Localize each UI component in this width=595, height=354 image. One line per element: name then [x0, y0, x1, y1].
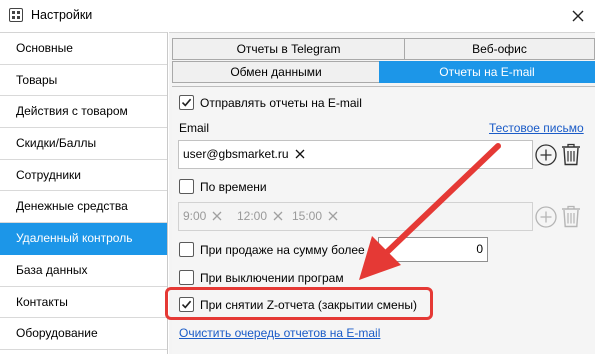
chip-remove-icon[interactable]: [295, 149, 305, 159]
email-reports-panel: Отправлять отчеты на E-mail Email Тестов…: [172, 86, 595, 354]
tab-data-exchange[interactable]: Обмен данными: [172, 61, 380, 83]
on-z-report-label: При снятии Z-отчета (закрытии смены): [200, 298, 417, 312]
on-sale-amount-checkbox[interactable]: [179, 242, 194, 257]
time-chip: 9:00: [183, 209, 222, 223]
sidebar-item-employees[interactable]: Сотрудники: [0, 160, 167, 192]
chip-remove-icon[interactable]: [212, 211, 222, 221]
delete-email-button[interactable]: [561, 143, 581, 169]
close-button[interactable]: [566, 4, 590, 28]
sidebar-item-equipment[interactable]: Оборудование: [0, 318, 167, 350]
sidebar-item-contacts[interactable]: Контакты: [0, 287, 167, 319]
test-email-link[interactable]: Тестовое письмо: [489, 121, 584, 135]
sidebar-item-money[interactable]: Денежные средства: [0, 191, 167, 224]
on-program-close-checkbox[interactable]: [179, 270, 194, 285]
plus-circle-icon: [535, 144, 557, 166]
tab-web-office[interactable]: Веб-офис: [404, 38, 595, 60]
time-chip-text: 9:00: [183, 209, 207, 223]
sidebar-item-goods-actions[interactable]: Действия с товаром: [0, 96, 167, 129]
sidebar-item-discounts[interactable]: Скидки/Баллы: [0, 128, 167, 160]
email-chip-text: user@gbsmarket.ru: [183, 147, 289, 161]
trash-icon: [562, 143, 580, 166]
time-schedule-field[interactable]: 9:00 12:00 15:00: [178, 202, 533, 231]
sale-amount-input[interactable]: 0: [378, 237, 488, 262]
time-chip-text: 12:00: [237, 209, 268, 223]
plus-circle-icon: [535, 206, 557, 228]
tab-telegram-reports[interactable]: Отчеты в Telegram: [172, 38, 405, 60]
app-icon: [9, 8, 23, 22]
window-title: Настройки: [31, 8, 93, 22]
chip-remove-icon[interactable]: [328, 211, 338, 221]
sidebar-item-basic[interactable]: Основные: [0, 33, 167, 65]
send-reports-label: Отправлять отчеты на E-mail: [200, 96, 362, 110]
close-icon: [572, 10, 584, 22]
email-recipients-field[interactable]: user@gbsmarket.ru: [178, 140, 533, 169]
by-time-checkbox[interactable]: [179, 179, 194, 194]
time-chip: 12:00: [237, 209, 283, 223]
email-chip: user@gbsmarket.ru: [183, 147, 305, 161]
tab-email-reports[interactable]: Отчеты на E-mail: [379, 61, 595, 83]
sidebar-item-goods[interactable]: Товары: [0, 65, 167, 97]
settings-content: Отчеты в Telegram Веб-офис Обмен данными…: [169, 32, 595, 354]
email-label: Email: [179, 121, 210, 135]
trash-icon: [562, 205, 580, 228]
add-email-button[interactable]: [535, 144, 557, 169]
sidebar-item-remote-control[interactable]: Удаленный контроль: [0, 223, 167, 255]
time-chip-text: 15:00: [292, 209, 323, 223]
send-reports-checkbox[interactable]: [179, 95, 194, 110]
delete-time-button[interactable]: [561, 205, 581, 231]
checkmark-icon: [181, 300, 192, 309]
time-chip: 15:00: [292, 209, 338, 223]
on-sale-amount-label: При продаже на сумму более: [200, 243, 365, 257]
add-time-button[interactable]: [535, 206, 557, 231]
by-time-label: По времени: [200, 180, 267, 194]
sidebar-item-database[interactable]: База данных: [0, 255, 167, 287]
window-titlebar: Настройки: [0, 0, 595, 32]
on-program-close-label: При выключении програм: [200, 271, 344, 285]
settings-sidebar: Основные Товары Действия с товаром Скидк…: [0, 32, 168, 354]
on-z-report-checkbox[interactable]: [179, 297, 194, 312]
checkmark-icon: [181, 98, 192, 107]
clear-queue-link[interactable]: Очистить очередь отчетов на E-mail: [179, 326, 380, 340]
chip-remove-icon[interactable]: [273, 211, 283, 221]
